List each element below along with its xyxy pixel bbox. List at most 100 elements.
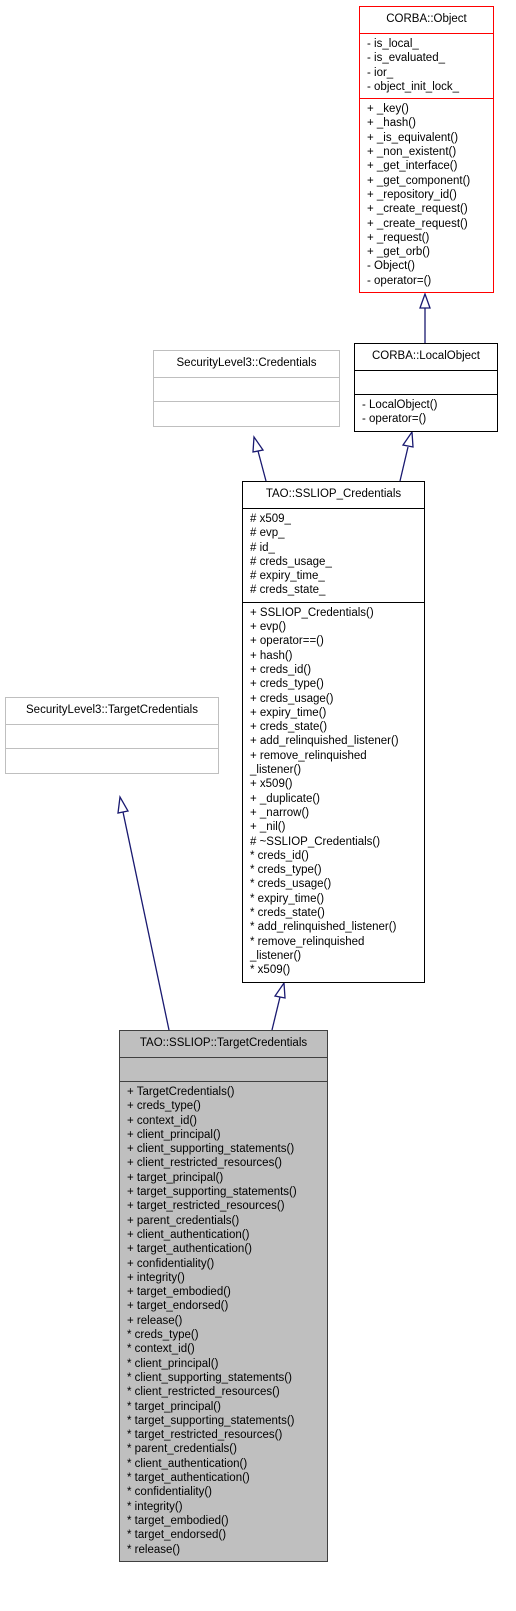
class-member: + operator==() bbox=[250, 635, 324, 648]
methods-section bbox=[6, 749, 218, 773]
arrowhead-localobject bbox=[401, 430, 414, 448]
methods-section: + SSLIOP_Credentials() + evp() + operator=… bbox=[243, 603, 424, 982]
class-member: * creds_type() bbox=[250, 864, 322, 877]
class-member: - LocalObject() bbox=[362, 399, 438, 411]
class-member: * creds_type() bbox=[127, 1329, 199, 1342]
class-member: _listener() bbox=[250, 764, 302, 777]
class-securitylevel3-credentials[interactable]: SecurityLevel3::Credentials bbox=[153, 350, 340, 427]
class-member: * target_principal() bbox=[127, 1400, 221, 1413]
class-member: * target_restricted_resources() bbox=[127, 1429, 283, 1442]
class-member: _listener() bbox=[250, 949, 302, 962]
methods-section bbox=[154, 402, 339, 426]
methods-section: - LocalObject() - operator=() bbox=[355, 395, 497, 431]
class-member: + expiry_time() bbox=[250, 706, 327, 719]
class-title: TAO::SSLIOP::TargetCredentials bbox=[120, 1031, 327, 1058]
class-ssliop-credentials[interactable]: TAO::SSLIOP_Credentials # x509_ # evp_ # i… bbox=[242, 481, 425, 983]
attributes-section: - is_local_ - is_evaluated_ - ior_ - object… bbox=[360, 34, 493, 100]
attributes-section bbox=[154, 378, 339, 402]
class-member: + _create_request() bbox=[367, 203, 468, 216]
class-member: * confidentiality() bbox=[127, 1486, 213, 1499]
class-member: - ior_ bbox=[367, 66, 394, 79]
class-corba-object[interactable]: CORBA::Object - is_local_ - is_evaluated_… bbox=[359, 6, 494, 294]
edge-targetcreds-to-sslcreds bbox=[271, 996, 281, 1031]
class-member: * client_supporting_statements() bbox=[127, 1371, 292, 1384]
class-member: + _narrow() bbox=[250, 806, 310, 819]
class-member: + _request() bbox=[367, 231, 430, 244]
class-member: # creds_usage_ bbox=[250, 555, 332, 568]
class-member: # expiry_time_ bbox=[250, 570, 325, 583]
class-title: CORBA::Object bbox=[360, 7, 493, 34]
class-member: * creds_id() bbox=[250, 849, 309, 862]
class-member: - Object() bbox=[367, 260, 415, 273]
class-member: + _non_existent() bbox=[367, 146, 457, 159]
class-member: + integrity() bbox=[127, 1271, 185, 1284]
class-member: + context_id() bbox=[127, 1114, 197, 1127]
class-member: + target_endorsed() bbox=[127, 1300, 229, 1313]
class-member: + client_authentication() bbox=[127, 1228, 250, 1241]
class-member: * parent_credentials() bbox=[127, 1443, 237, 1456]
class-member: + creds_type() bbox=[127, 1100, 201, 1113]
class-member: + creds_type() bbox=[250, 678, 324, 691]
class-member: + target_authentication() bbox=[127, 1243, 252, 1256]
attributes-section bbox=[6, 725, 218, 749]
class-member: + _nil() bbox=[250, 821, 286, 834]
class-member: * creds_usage() bbox=[250, 878, 332, 891]
class-title: CORBA::LocalObject bbox=[355, 344, 497, 371]
class-securitylevel3-targetcredentials[interactable]: SecurityLevel3::TargetCredentials bbox=[5, 697, 219, 774]
class-member: * release() bbox=[127, 1543, 181, 1556]
class-member: * expiry_time() bbox=[250, 892, 325, 905]
class-member: * creds_state() bbox=[250, 907, 325, 920]
class-member: + _create_request() bbox=[367, 217, 468, 230]
attributes-section: # x509_ # evp_ # id_ # creds_usage_ # expiry… bbox=[243, 509, 424, 603]
class-member: * target_authentication() bbox=[127, 1472, 250, 1485]
class-member: + creds_state() bbox=[250, 721, 328, 734]
class-title: TAO::SSLIOP_Credentials bbox=[243, 482, 424, 509]
class-member: + _get_orb() bbox=[367, 246, 430, 259]
class-member: * target_supporting_statements() bbox=[127, 1414, 295, 1427]
class-member: + target_principal() bbox=[127, 1171, 224, 1184]
edge-targetcreds-to-sl3targetcreds bbox=[122, 811, 170, 1031]
methods-section: + TargetCredentials() + creds_type() + con… bbox=[120, 1082, 327, 1561]
class-member: * add_relinquished_listener() bbox=[250, 921, 397, 934]
class-member: + hash() bbox=[250, 649, 293, 662]
class-member: + confidentiality() bbox=[127, 1257, 215, 1270]
class-member: + x509() bbox=[250, 778, 293, 791]
arrowhead-object bbox=[419, 292, 431, 309]
arrowhead-sl3creds bbox=[252, 435, 265, 453]
class-member: + target_restricted_resources() bbox=[127, 1200, 285, 1213]
class-member: - operator=() bbox=[367, 274, 432, 287]
class-ssliop-targetcredentials[interactable]: TAO::SSLIOP::TargetCredentials + TargetC… bbox=[119, 1030, 328, 1562]
methods-section: + _key() + _hash() + _is_equivalent() + _no… bbox=[360, 99, 493, 292]
attributes-section bbox=[355, 371, 497, 395]
class-member: # x509_ bbox=[250, 513, 291, 525]
class-member: + evp() bbox=[250, 621, 287, 634]
class-member: + _is_equivalent() bbox=[367, 131, 459, 144]
edge-sslcreds-to-localobject bbox=[399, 446, 409, 482]
class-member: # evp_ bbox=[250, 527, 285, 540]
class-member: + _hash() bbox=[367, 117, 416, 130]
class-member: - operator=() bbox=[362, 413, 427, 426]
class-member: + creds_id() bbox=[250, 663, 312, 676]
class-corba-localobject[interactable]: CORBA::LocalObject - LocalObject()- oper… bbox=[354, 343, 498, 432]
attributes-section bbox=[120, 1058, 327, 1082]
class-member: + parent_credentials() bbox=[127, 1214, 240, 1227]
class-member: - is_local_ bbox=[367, 38, 419, 50]
class-member: + SSLIOP_Credentials() bbox=[250, 606, 374, 619]
class-member: + client_principal() bbox=[127, 1128, 221, 1141]
class-member: + target_supporting_statements() bbox=[127, 1186, 297, 1199]
class-member: * x509() bbox=[250, 964, 291, 977]
class-member: * client_restricted_resources() bbox=[127, 1386, 280, 1399]
class-member: + remove_relinquished bbox=[250, 749, 367, 762]
class-title: SecurityLevel3::TargetCredentials bbox=[6, 698, 218, 725]
class-member: + client_supporting_statements() bbox=[127, 1143, 295, 1156]
class-member: + _get_component() bbox=[367, 174, 471, 187]
class-member: + _get_interface() bbox=[367, 160, 458, 173]
class-member: - object_init_lock_ bbox=[367, 80, 460, 93]
class-member: * context_id() bbox=[127, 1343, 195, 1356]
arrowhead-sl3targetcreds bbox=[117, 794, 130, 814]
class-member: + TargetCredentials() bbox=[127, 1086, 235, 1098]
class-member: + client_restricted_resources() bbox=[127, 1157, 282, 1170]
class-member: * target_endorsed() bbox=[127, 1529, 227, 1542]
class-member: * client_authentication() bbox=[127, 1457, 248, 1470]
class-member: # ~SSLIOP_Credentials() bbox=[250, 835, 381, 848]
